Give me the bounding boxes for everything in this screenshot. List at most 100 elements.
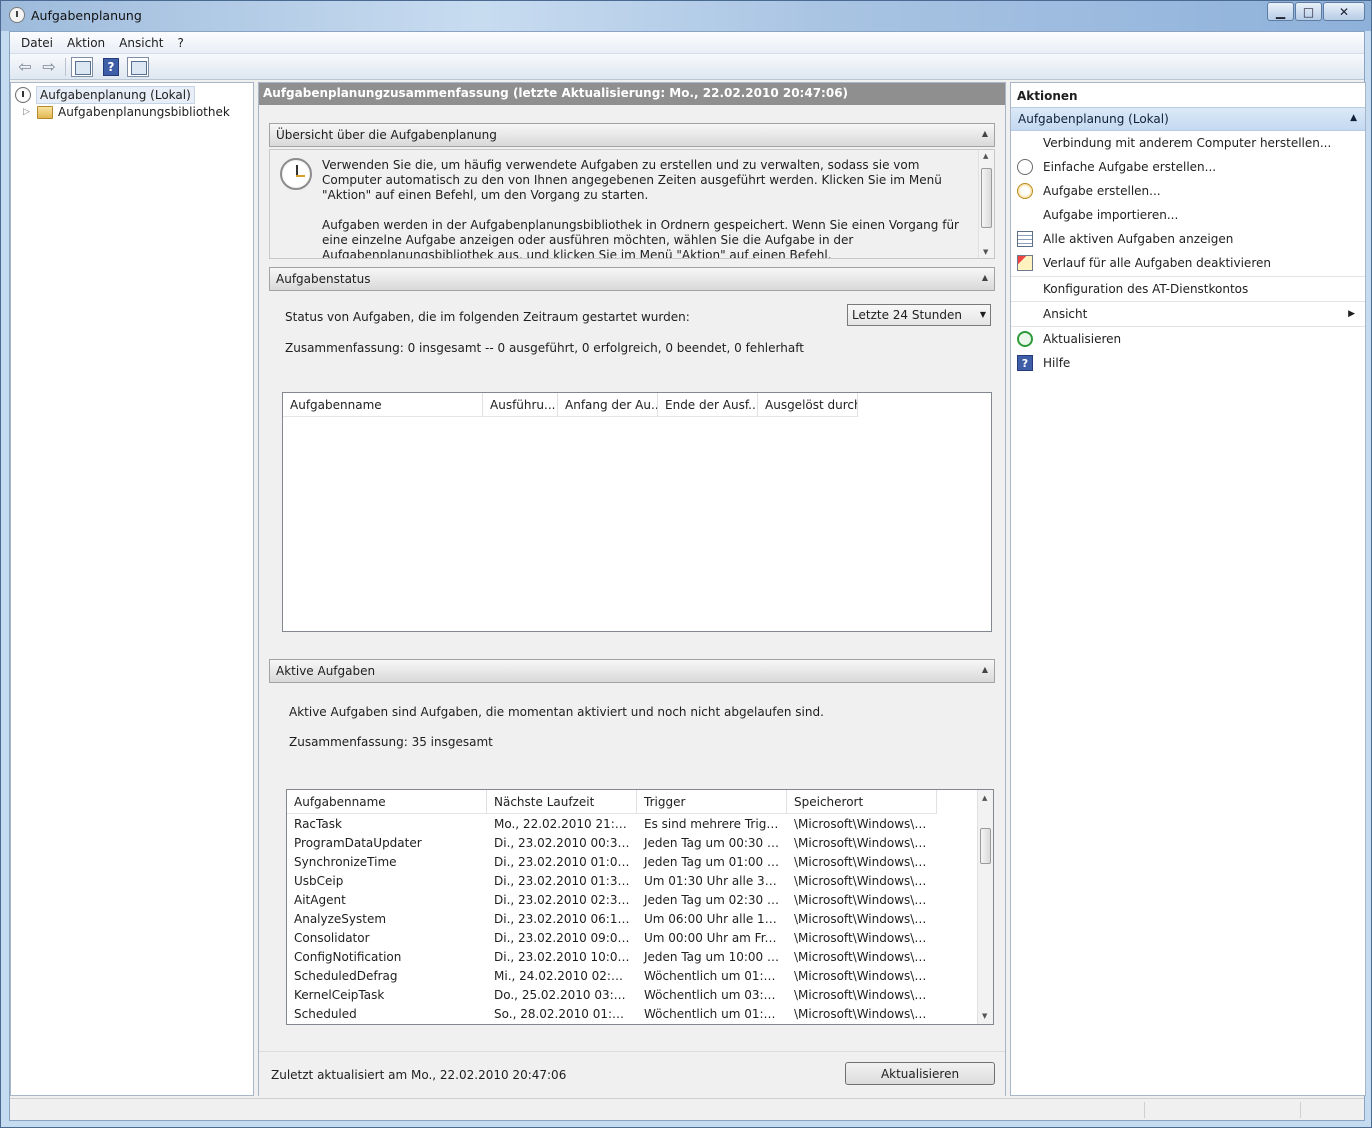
forward-arrow-icon[interactable]: ⇨ <box>38 57 60 77</box>
action-view-submenu[interactable]: Ansicht ▶ <box>1011 301 1365 325</box>
active-description: Aktive Aufgaben sind Aufgaben, die momen… <box>289 705 824 719</box>
menu-aktion[interactable]: Aktion <box>60 34 112 52</box>
table-row[interactable]: ScheduledDefrag Mi., 24.02.2010 02:57:19… <box>287 966 937 985</box>
column-header-end[interactable]: Ende der Ausf... <box>658 393 758 417</box>
column-header-next-run[interactable]: Nächste Laufzeit <box>487 790 637 814</box>
table-row[interactable]: ProgramDataUpdater Di., 23.02.2010 00:30… <box>287 833 937 852</box>
active-section-title: Aktive Aufgaben <box>276 664 376 678</box>
scroll-down-icon[interactable]: ▼ <box>983 248 988 256</box>
menu-datei[interactable]: Datei <box>14 34 60 52</box>
scroll-down-icon[interactable]: ▼ <box>982 1012 987 1020</box>
column-header-taskname[interactable]: Aufgabenname <box>283 393 483 417</box>
action-label: Alle aktiven Aufgaben anzeigen <box>1043 232 1234 246</box>
table-row[interactable]: RacTask Mo., 22.02.2010 21:04:56 Es sind… <box>287 814 937 833</box>
action-connect-computer[interactable]: Verbindung mit anderem Computer herstell… <box>1011 131 1365 155</box>
collapse-icon[interactable]: ▲ <box>982 665 988 674</box>
action-show-running-tasks[interactable]: Alle aktiven Aufgaben anzeigen <box>1011 227 1365 251</box>
status-task-list[interactable]: Aufgabenname Ausführu... Anfang der Au..… <box>282 392 992 632</box>
collapse-icon[interactable]: ▲ <box>982 273 988 282</box>
active-task-list[interactable]: Aufgabenname Nächste Laufzeit Trigger Sp… <box>286 789 994 1025</box>
status-summary: Zusammenfassung: 0 insgesamt -- 0 ausgef… <box>285 341 804 355</box>
column-header-taskname[interactable]: Aufgabenname <box>287 790 487 814</box>
menu-help[interactable]: ? <box>170 34 190 52</box>
action-import-task[interactable]: Aufgabe importieren... <box>1011 203 1365 227</box>
cell-trigger: Wöchentlich um 01:00 U... <box>644 1006 787 1021</box>
cell-location: \Microsoft\Windows\Ti... <box>794 854 937 869</box>
table-row[interactable]: KernelCeipTask Do., 25.02.2010 03:30:00 … <box>287 985 937 1004</box>
column-header-trigger[interactable]: Trigger <box>637 790 787 814</box>
expand-arrow-icon[interactable]: ▷ <box>23 107 33 117</box>
table-row[interactable]: SynchronizeTime Di., 23.02.2010 01:00:00… <box>287 852 937 871</box>
cell-location: \Microsoft\Windows\C... <box>794 987 935 1002</box>
chevron-right-icon: ▶ <box>1348 308 1355 319</box>
overview-section-title: Übersicht über die Aufgabenplanung <box>276 128 497 142</box>
toolbar-separator <box>65 57 66 76</box>
cell-taskname: RacTask <box>294 816 342 831</box>
blank-icon <box>1017 207 1033 223</box>
table-row[interactable]: Consolidator Di., 23.02.2010 09:00:00 Um… <box>287 928 937 947</box>
active-section-header[interactable]: Aktive Aufgaben ▲ <box>269 659 995 683</box>
tree-item-root[interactable]: Aufgabenplanung (Lokal) <box>15 86 195 104</box>
cell-trigger: Jeden Tag um 10:00 Uhr <box>644 949 787 964</box>
cell-trigger: Wöchentlich um 03:30 U... <box>644 987 787 1002</box>
cell-next-run: So., 28.02.2010 01:00:00 <box>494 1006 637 1021</box>
scroll-up-icon[interactable]: ▲ <box>982 794 987 802</box>
close-button[interactable]: ✕ <box>1323 2 1365 21</box>
action-disable-history[interactable]: Verlauf für alle Aufgaben deaktivieren <box>1011 251 1365 275</box>
column-header-execution[interactable]: Ausführu... <box>483 393 558 417</box>
maximize-button[interactable]: □ <box>1295 2 1322 21</box>
cell-taskname: ProgramDataUpdater <box>294 835 422 850</box>
column-header-start[interactable]: Anfang der Au... <box>558 393 658 417</box>
action-label: Ansicht <box>1043 306 1088 321</box>
table-row[interactable]: AitAgent Di., 23.02.2010 02:30:00 Jeden … <box>287 890 937 909</box>
scroll-thumb[interactable] <box>980 828 991 864</box>
action-create-task[interactable]: Aufgabe erstellen... <box>1011 179 1365 203</box>
create-task-icon <box>1017 183 1033 199</box>
action-help[interactable]: ? Hilfe <box>1011 351 1365 375</box>
action-create-basic-task[interactable]: Einfache Aufgabe erstellen... <box>1011 155 1365 179</box>
cell-location: \Microsoft\Windows\RAC <box>794 816 937 831</box>
column-header-triggered-by[interactable]: Ausgelöst durch <box>758 393 858 417</box>
title-bar[interactable]: Aufgabenplanung ▁ □ ✕ <box>1 1 1371 31</box>
scroll-up-icon[interactable]: ▲ <box>983 152 988 160</box>
cell-trigger: Um 00:00 Uhr am Fr., 02.... <box>644 930 787 945</box>
show-hide-action-pane-icon[interactable] <box>127 56 149 77</box>
tree-item-library[interactable]: ▷ Aufgabenplanungsbibliothek <box>23 105 230 119</box>
actions-title: Aktionen <box>1017 89 1078 103</box>
action-refresh[interactable]: Aktualisieren <box>1011 326 1365 350</box>
table-row[interactable]: AnalyzeSystem Di., 23.02.2010 06:19:19 U… <box>287 909 937 928</box>
overview-scrollbar[interactable]: ▲ ▼ <box>978 150 994 258</box>
minimize-button[interactable]: ▁ <box>1267 2 1294 21</box>
summary-pane: Aufgabenplanungzusammenfassung (letzte A… <box>258 82 1006 1097</box>
overview-section-header[interactable]: Übersicht über die Aufgabenplanung ▲ <box>269 123 995 147</box>
collapse-icon[interactable]: ▲ <box>1350 113 1357 123</box>
column-header-location[interactable]: Speicherort <box>787 790 937 814</box>
menu-ansicht[interactable]: Ansicht <box>112 34 170 52</box>
window-title: Aufgabenplanung <box>31 8 142 23</box>
refresh-button[interactable]: Aktualisieren <box>845 1062 995 1085</box>
action-at-service-config[interactable]: Konfiguration des AT-Dienstkontos <box>1011 276 1365 300</box>
status-section-header[interactable]: Aufgabenstatus ▲ <box>269 267 995 291</box>
table-row[interactable]: UsbCeip Di., 23.02.2010 01:30:00 Um 01:3… <box>287 871 937 890</box>
collapse-icon[interactable]: ▲ <box>982 129 988 138</box>
show-hide-console-tree-icon[interactable] <box>71 56 93 77</box>
table-row[interactable]: Scheduled So., 28.02.2010 01:00:00 Wöche… <box>287 1004 937 1023</box>
console-tree: Aufgabenplanung (Lokal) ▷ Aufgabenplanun… <box>10 82 254 1096</box>
cell-next-run: Di., 23.02.2010 10:00:00 <box>494 949 637 964</box>
status-period-label: Status von Aufgaben, die im folgenden Ze… <box>285 310 690 324</box>
status-bar <box>10 1098 1364 1120</box>
active-list-rows: RacTask Mo., 22.02.2010 21:04:56 Es sind… <box>287 814 937 1023</box>
scroll-thumb[interactable] <box>981 168 992 228</box>
back-arrow-icon[interactable]: ⇦ <box>14 57 36 77</box>
cell-trigger: Jeden Tag um 01:00 Uhr <box>644 854 787 869</box>
period-dropdown[interactable]: Letzte 24 Stunden ▼ <box>847 304 991 326</box>
active-list-scrollbar[interactable]: ▲ ▼ <box>977 790 993 1024</box>
help-icon: ? <box>1017 355 1033 371</box>
table-row[interactable]: ConfigNotification Di., 23.02.2010 10:00… <box>287 947 937 966</box>
actions-group-header[interactable]: Aufgabenplanung (Lokal) ▲ <box>1011 107 1365 131</box>
cell-next-run: Do., 25.02.2010 03:30:00 <box>494 987 637 1002</box>
history-icon <box>1017 255 1033 271</box>
cell-next-run: Di., 23.02.2010 01:00:00 <box>494 854 637 869</box>
help-icon[interactable]: ? <box>103 57 119 76</box>
cell-next-run: Mi., 24.02.2010 02:57:19 <box>494 968 637 983</box>
